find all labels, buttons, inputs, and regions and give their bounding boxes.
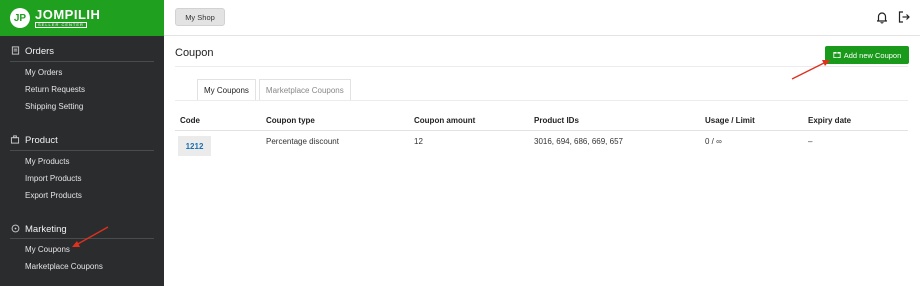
brand-header[interactable]: JP JOMPILIH SELLER CENTER (0, 0, 164, 36)
divider (175, 130, 908, 131)
column-header-product-ids: Product IDs (534, 116, 579, 125)
product-ids-cell: 3016, 694, 686, 669, 657 (534, 137, 623, 146)
sidebar-item-marketplace-coupons[interactable]: Marketplace Coupons (25, 262, 103, 271)
divider (10, 150, 154, 151)
gift-icon (833, 50, 841, 60)
add-new-coupon-label: Add new Coupon (843, 50, 902, 60)
coupon-type-cell: Percentage discount (266, 137, 339, 146)
brand-logo-icon: JP (10, 8, 30, 28)
sidebar-item-export-products[interactable]: Export Products (25, 191, 82, 200)
coupon-amount-cell: 12 (414, 137, 423, 146)
column-header-expiry-date: Expiry date (808, 116, 852, 125)
sidebar-section-product: Product (0, 133, 58, 147)
divider (10, 61, 154, 62)
add-new-coupon-button[interactable]: Add new Coupon (825, 46, 909, 64)
divider (175, 100, 908, 101)
column-header-code: Code (180, 116, 200, 125)
sidebar-item-return-requests[interactable]: Return Requests (25, 85, 85, 94)
column-header-coupon-amount: Coupon amount (414, 116, 476, 125)
column-header-coupon-type: Coupon type (266, 116, 315, 125)
tab-marketplace-coupons[interactable]: Marketplace Coupons (258, 79, 351, 100)
bell-icon[interactable] (875, 10, 889, 24)
coupon-tabs: My Coupons Marketplace Coupons (197, 79, 354, 100)
sidebar-section-title: Product (25, 134, 58, 146)
my-shop-button[interactable]: My Shop (175, 8, 225, 26)
sidebar-section-marketing: Marketing (0, 222, 67, 236)
marketing-icon (10, 224, 20, 235)
divider (10, 238, 154, 239)
sidebar-section-orders: Orders (0, 44, 54, 58)
sidebar-item-shipping-setting[interactable]: Shipping Setting (25, 102, 83, 111)
usage-limit-cell: 0 / ∞ (705, 137, 722, 146)
column-header-usage-limit: Usage / Limit (705, 116, 755, 125)
expiry-date-cell: – (808, 137, 813, 146)
sidebar-item-my-coupons[interactable]: My Coupons (25, 245, 70, 254)
product-icon (10, 134, 20, 146)
tab-my-coupons[interactable]: My Coupons (197, 79, 256, 100)
coupon-code-link[interactable]: 1212 (178, 136, 211, 156)
topbar: My Shop (164, 0, 920, 36)
sidebar: JP JOMPILIH SELLER CENTER Orders My Orde… (0, 0, 164, 286)
logout-icon[interactable] (897, 10, 911, 24)
sidebar-section-title: Marketing (25, 223, 67, 235)
divider (175, 66, 908, 67)
sidebar-item-my-orders[interactable]: My Orders (25, 68, 62, 77)
sidebar-item-my-products[interactable]: My Products (25, 157, 69, 166)
brand-name: JOMPILIH (35, 7, 101, 22)
sidebar-item-import-products[interactable]: Import Products (25, 174, 81, 183)
sidebar-section-title: Orders (25, 45, 55, 57)
orders-icon (10, 45, 20, 57)
brand-subtitle: SELLER CENTER (35, 22, 87, 28)
page-title: Coupon (175, 47, 214, 59)
